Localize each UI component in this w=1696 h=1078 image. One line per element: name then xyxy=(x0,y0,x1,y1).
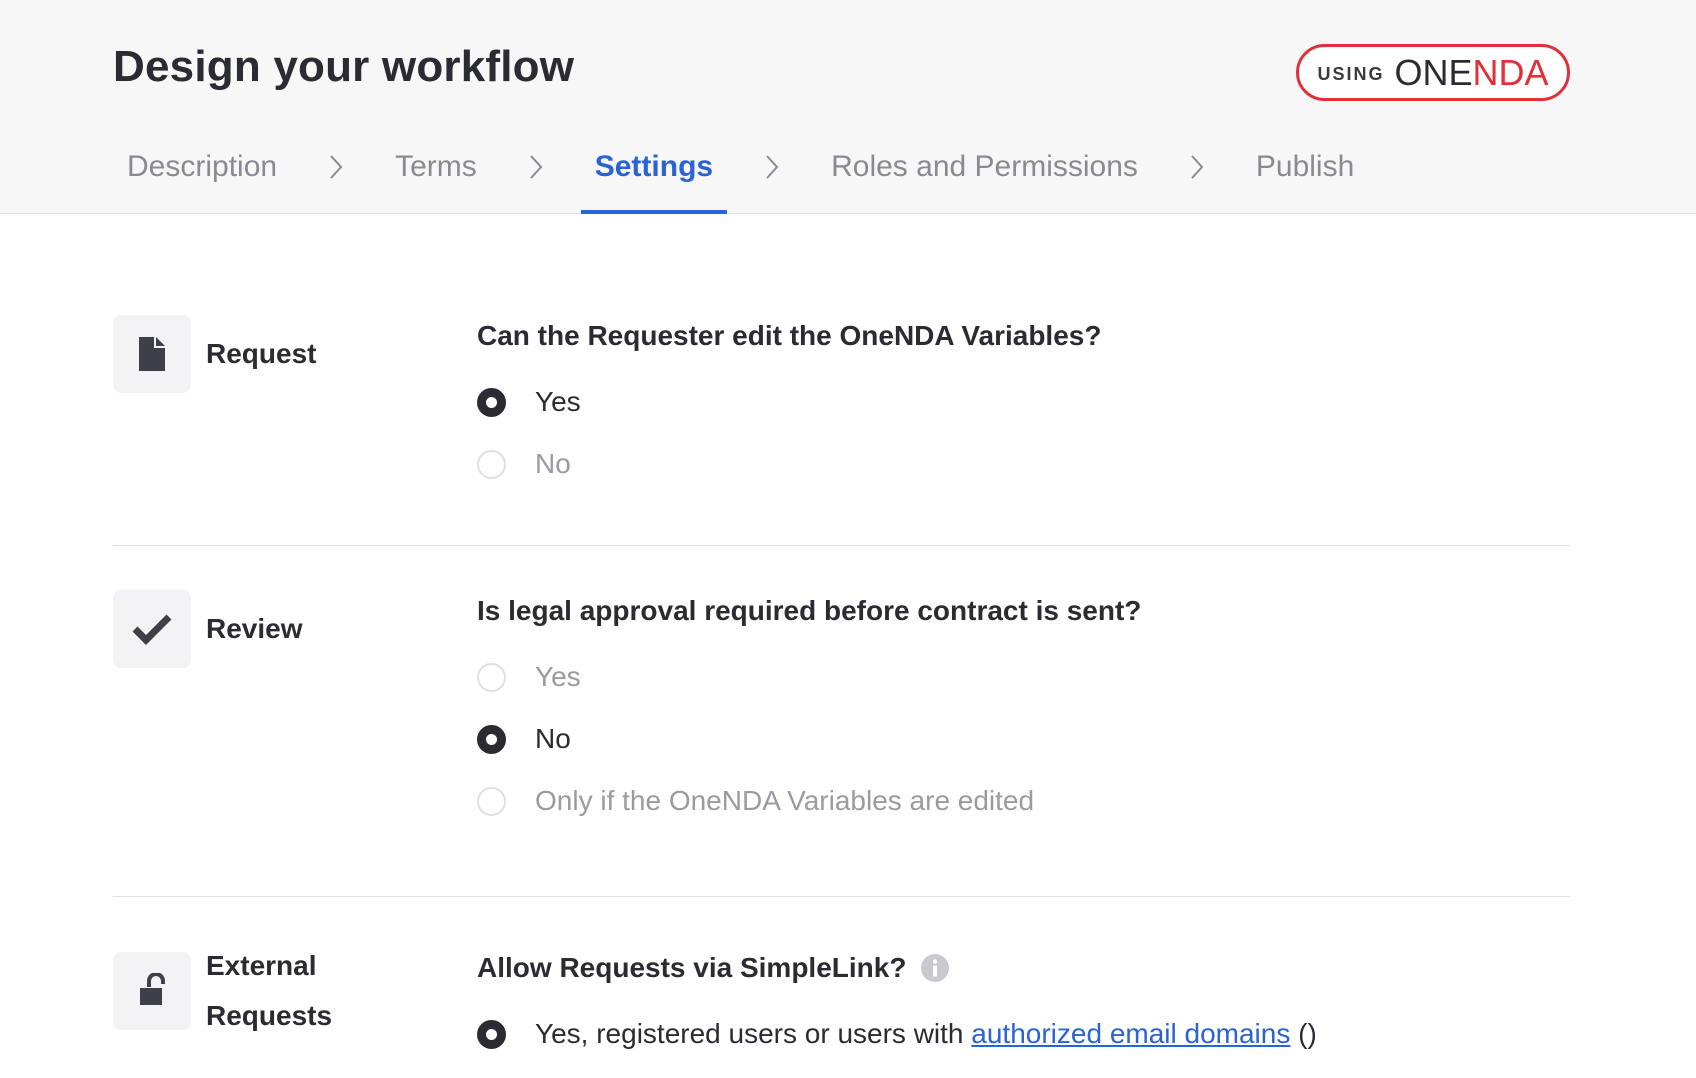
unlock-icon xyxy=(140,973,165,1005)
tab-terms[interactable]: Terms xyxy=(381,138,491,214)
option-label: Yes xyxy=(535,386,581,417)
chevron-right-icon xyxy=(491,138,581,214)
chevron-right-icon xyxy=(727,138,817,214)
review-section: Review Is legal approval required before… xyxy=(113,585,1570,855)
external-question: Allow Requests via SimpleLink? xyxy=(477,942,950,994)
review-icon-box xyxy=(113,590,191,668)
radio-option-review-only-if-edited[interactable]: Only if the OneNDA Variables are edited xyxy=(477,785,1034,817)
option-label: No xyxy=(535,448,571,479)
radio-option-review-no[interactable]: No xyxy=(477,723,571,755)
section-label-review: Review xyxy=(206,613,303,644)
section-label-external-line1: External xyxy=(206,950,317,981)
external-question-text: Allow Requests via SimpleLink? xyxy=(477,952,907,983)
radio-option-request-no[interactable]: No xyxy=(477,448,571,480)
option-label: Yes xyxy=(535,661,581,692)
badge-one-text: ONE xyxy=(1394,51,1473,93)
checkmark-icon xyxy=(132,614,172,645)
tab-roles-and-permissions[interactable]: Roles and Permissions xyxy=(817,138,1152,214)
chevron-right-icon xyxy=(1152,138,1242,214)
radio-button[interactable] xyxy=(477,662,506,692)
option-label: Only if the OneNDA Variables are edited xyxy=(535,785,1035,816)
document-icon xyxy=(139,337,165,371)
tab-publish[interactable]: Publish xyxy=(1242,138,1368,214)
page-header: Design your workflow USING ONE NDA Descri… xyxy=(0,0,1696,214)
review-question: Is legal approval required before contra… xyxy=(477,595,1142,626)
option-label-suffix: () xyxy=(1290,1018,1317,1049)
section-label-external-line2: Requests xyxy=(206,1000,333,1031)
workflow-steps-nav: Description Terms Settings Roles and Per… xyxy=(113,138,1368,214)
radio-button[interactable] xyxy=(477,387,506,417)
radio-option-request-yes[interactable]: Yes xyxy=(477,386,581,418)
section-divider xyxy=(113,896,1570,897)
badge-nda-text: NDA xyxy=(1472,51,1549,93)
radio-button[interactable] xyxy=(477,724,506,754)
option-label: No xyxy=(535,723,571,754)
tab-description[interactable]: Description xyxy=(113,138,291,214)
radio-button[interactable] xyxy=(477,449,506,479)
radio-button[interactable] xyxy=(477,1019,506,1049)
onenda-badge: USING ONE NDA xyxy=(1296,44,1570,101)
request-icon-box xyxy=(113,315,191,393)
radio-option-external-registered-users[interactable]: Yes, registered users or users with auth… xyxy=(477,1018,1317,1050)
section-label-request: Request xyxy=(206,338,317,369)
request-section: Request Can the Requester edit the OneND… xyxy=(113,310,1570,510)
external-requests-section: External Requests Allow Requests via Sim… xyxy=(113,940,1570,1078)
badge-using-text: USING xyxy=(1317,63,1385,84)
option-label-prefix: Yes, registered users or users with xyxy=(535,1018,972,1049)
page-title: Design your workflow xyxy=(113,42,575,91)
radio-button[interactable] xyxy=(477,786,506,816)
tab-settings[interactable]: Settings xyxy=(580,138,728,214)
request-question: Can the Requester edit the OneNDA Variab… xyxy=(477,320,1102,351)
info-icon[interactable] xyxy=(920,953,950,983)
radio-option-review-yes[interactable]: Yes xyxy=(477,661,581,693)
authorized-email-domains-link[interactable]: authorized email domains xyxy=(971,1018,1290,1050)
external-icon-box xyxy=(113,952,191,1030)
section-divider xyxy=(113,545,1570,546)
chevron-right-icon xyxy=(291,138,381,214)
